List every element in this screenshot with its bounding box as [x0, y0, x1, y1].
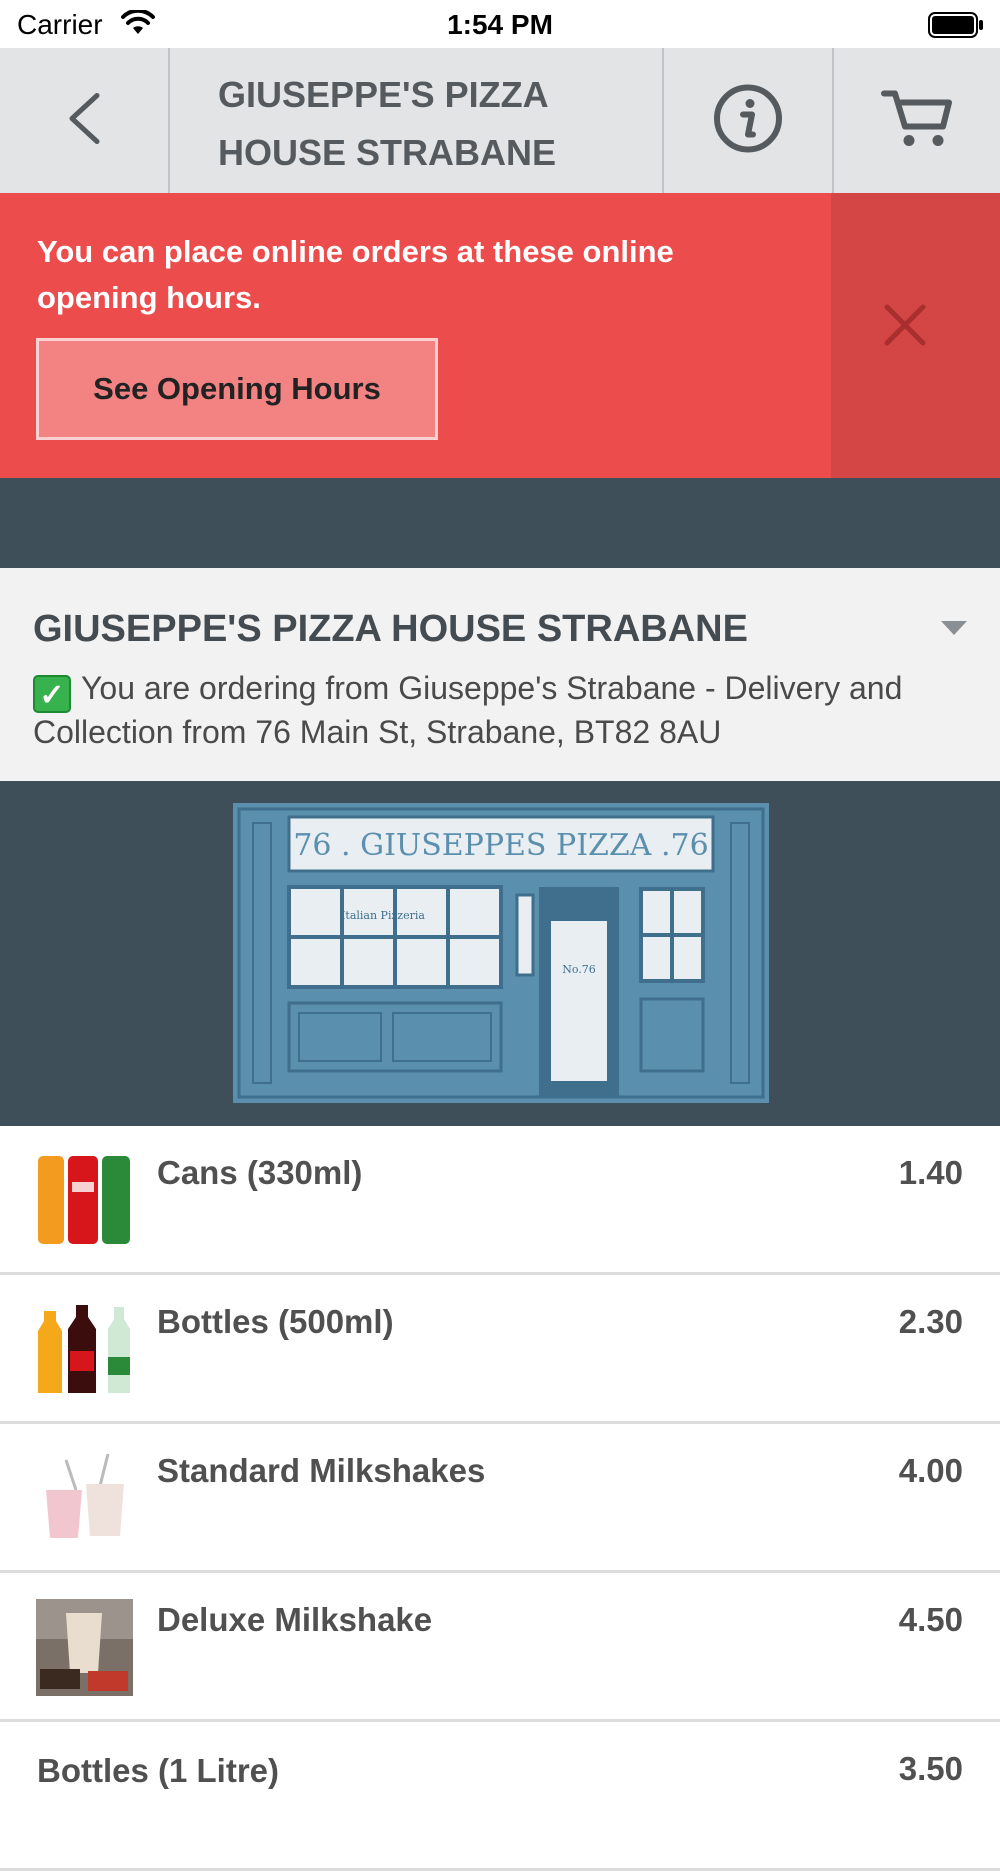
- menu-item-price: 2.30: [898, 1303, 963, 1340]
- menu-item-standard-milkshakes[interactable]: Standard Milkshakes 4.00: [0, 1424, 1000, 1573]
- hero-door-text: No.76: [562, 963, 596, 976]
- menu-item-name: Standard Milkshakes: [157, 1452, 486, 1489]
- checkmark-icon: ✓: [33, 675, 71, 713]
- page-title: GIUSEPPE'S PIZZA HOUSE STRABANE: [218, 74, 557, 173]
- alert-message: You can place online orders at these onl…: [37, 234, 674, 315]
- info-button[interactable]: [664, 48, 834, 193]
- cart-icon: [881, 88, 953, 153]
- milkshakes-thumbnail: [36, 1450, 133, 1547]
- menu-item-price: 4.00: [898, 1452, 963, 1489]
- storefront-image: 76 . GIUSEPPES PIZZA .76 Italian Pizzeri…: [233, 803, 769, 1103]
- alert-close-button[interactable]: [831, 193, 1000, 478]
- menu-item-name: Cans (330ml): [157, 1154, 363, 1191]
- restaurant-hero: 76 . GIUSEPPES PIZZA .76 Italian Pizzeri…: [0, 781, 1000, 1126]
- chevron-down-icon[interactable]: [941, 621, 967, 640]
- chevron-left-icon: [67, 92, 101, 149]
- hero-window-text: Italian Pizzeria: [341, 909, 425, 922]
- deluxe-milkshake-thumbnail: [36, 1599, 133, 1696]
- menu-item-name: Bottles (1 Litre): [37, 1752, 280, 1789]
- menu-item-price: 4.50: [898, 1601, 963, 1638]
- see-opening-hours-button[interactable]: See Opening Hours: [36, 338, 438, 440]
- status-time: 1:54 PM: [447, 9, 553, 40]
- hero-sign-text: 76 . GIUSEPPES PIZZA .76: [293, 828, 708, 863]
- status-bar: Carrier 1:54 PM: [0, 0, 1000, 48]
- menu-list: Cans (330ml) 1.40 Bottles (500ml) 2.30 S…: [0, 1126, 1000, 1871]
- restaurant-name: GIUSEPPE'S PIZZA HOUSE STRABANE: [33, 608, 748, 650]
- bottles-thumbnail: [36, 1301, 133, 1398]
- nav-title-cell: GIUSEPPE'S PIZZA HOUSE STRABANE: [170, 48, 664, 193]
- menu-item-deluxe-milkshake[interactable]: Deluxe Milkshake 4.50: [0, 1573, 1000, 1722]
- menu-item-cans[interactable]: Cans (330ml) 1.40: [0, 1126, 1000, 1275]
- menu-item-price: 3.50: [898, 1750, 963, 1787]
- back-button[interactable]: [0, 48, 170, 193]
- header-spacer: [0, 478, 1000, 568]
- menu-item-price: 1.40: [898, 1154, 963, 1191]
- menu-item-name: Deluxe Milkshake: [157, 1601, 433, 1638]
- cans-thumbnail: [36, 1152, 133, 1249]
- menu-item-bottles-1l[interactable]: Bottles (1 Litre) 3.50: [0, 1722, 1000, 1871]
- opening-hours-alert: You can place online orders at these onl…: [0, 193, 1000, 478]
- menu-item-bottles-500[interactable]: Bottles (500ml) 2.30: [0, 1275, 1000, 1424]
- cart-button[interactable]: [834, 48, 1000, 193]
- restaurant-description-text: You are ordering from Giuseppe's Straban…: [33, 670, 903, 750]
- close-icon: [883, 303, 927, 352]
- restaurant-info[interactable]: GIUSEPPE'S PIZZA HOUSE STRABANE ✓ You are…: [0, 568, 1000, 781]
- info-icon: [713, 83, 783, 158]
- restaurant-description: ✓ You are ordering from Giuseppe's Straba…: [33, 669, 978, 751]
- menu-item-name: Bottles (500ml): [157, 1303, 394, 1340]
- nav-bar: GIUSEPPE'S PIZZA HOUSE STRABANE: [0, 48, 1000, 194]
- battery-icon: [928, 12, 983, 38]
